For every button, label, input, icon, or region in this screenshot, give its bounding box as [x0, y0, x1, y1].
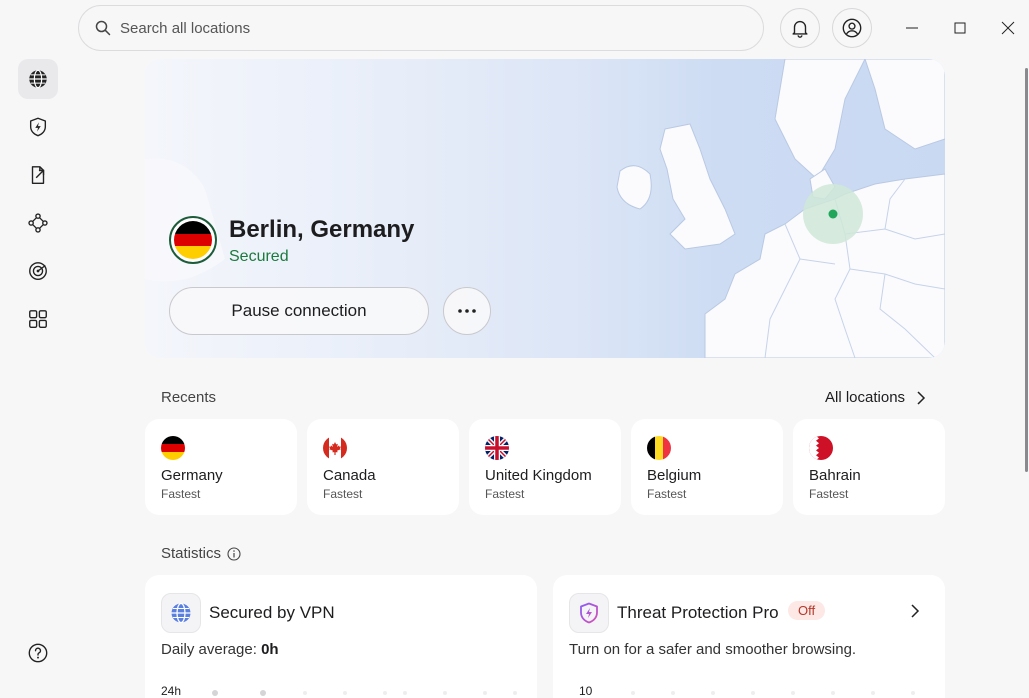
sidebar-item-apps[interactable]: [18, 299, 58, 339]
threat-protection-shield-icon: [569, 593, 609, 633]
daily-average: Daily average: 0h: [161, 641, 279, 658]
recent-location-card[interactable]: United Kingdom Fastest: [469, 419, 621, 515]
profile-button[interactable]: [832, 8, 872, 48]
more-dots-icon: [458, 309, 476, 313]
help-icon: [28, 643, 48, 663]
recent-location-name: United Kingdom: [485, 467, 592, 484]
all-locations-label: All locations: [825, 389, 906, 406]
sidebar-item-threat-protection[interactable]: [18, 107, 58, 147]
daily-average-value: 0h: [261, 641, 279, 658]
recent-location-name: Germany: [161, 467, 223, 484]
vpn-globe-icon: [161, 593, 201, 633]
shield-bolt-icon: [29, 117, 47, 137]
recent-location-sub: Fastest: [323, 487, 363, 501]
maximize-button[interactable]: [942, 10, 978, 46]
search-bar[interactable]: [78, 5, 764, 51]
chevron-right-icon[interactable]: [909, 603, 921, 619]
close-button[interactable]: [990, 10, 1026, 46]
scrollbar[interactable]: [1025, 68, 1028, 472]
pause-connection-button[interactable]: Pause connection: [169, 287, 429, 335]
recents-heading: Recents: [161, 389, 217, 406]
minimize-icon: [906, 27, 918, 29]
statistics-heading: Statistics: [161, 545, 241, 562]
all-locations-link[interactable]: All locations: [825, 389, 927, 406]
bahrain-flag-icon: [809, 436, 833, 460]
vpn-card-title: Secured by VPN: [209, 603, 335, 622]
sidebar-item-dark-web-monitor[interactable]: [18, 251, 58, 291]
germany-flag-icon: [161, 436, 185, 460]
recent-location-sub: Fastest: [485, 487, 525, 501]
sidebar-item-file-share[interactable]: [18, 155, 58, 195]
recent-location-card[interactable]: Belgium Fastest: [631, 419, 783, 515]
threat-protection-card[interactable]: Threat Protection Pro Off Turn on for a …: [553, 575, 945, 698]
belgium-flag-icon: [647, 436, 671, 460]
germany-flag-icon: [169, 216, 217, 264]
search-input[interactable]: [120, 19, 720, 37]
connected-location-title: Berlin, Germany: [229, 216, 415, 243]
sidebar-item-meshnet[interactable]: [18, 203, 58, 243]
profile-icon: [842, 18, 862, 38]
secured-by-vpn-card[interactable]: Secured by VPN Daily average: 0h 24h: [145, 575, 537, 698]
threat-card-description: Turn on for a safer and smoother browsin…: [569, 641, 857, 658]
close-icon: [1001, 21, 1015, 35]
recent-location-name: Canada: [323, 467, 376, 484]
chevron-right-icon: [917, 390, 926, 405]
apps-grid-icon: [29, 310, 47, 328]
minimize-button[interactable]: [894, 10, 930, 46]
more-options-button[interactable]: [443, 287, 491, 335]
threat-chart-axis-top: 10: [579, 684, 593, 698]
search-icon: [95, 20, 111, 36]
recent-location-sub: Fastest: [647, 487, 687, 501]
recent-location-card[interactable]: Canada Fastest: [307, 419, 459, 515]
notifications-button[interactable]: [780, 8, 820, 48]
info-icon[interactable]: [227, 546, 241, 561]
canada-flag-icon: [323, 436, 347, 460]
recent-location-name: Bahrain: [809, 467, 861, 484]
file-share-icon: [31, 166, 45, 184]
threat-chart-gridline: [631, 691, 915, 695]
sidebar-item-globe[interactable]: [18, 59, 58, 99]
connection-status: Secured: [229, 248, 289, 265]
recent-location-name: Belgium: [647, 467, 702, 484]
recent-location-card[interactable]: Bahrain Fastest: [793, 419, 945, 515]
radar-icon: [29, 262, 47, 280]
uk-flag-icon: [485, 436, 509, 460]
maximize-icon: [954, 22, 966, 34]
vpn-chart-gridline: [212, 690, 517, 696]
bell-icon: [792, 20, 808, 38]
connection-map-panel: Berlin, Germany Secured Pause connection: [145, 59, 945, 358]
vpn-chart-axis-top: 24h: [161, 684, 182, 698]
recent-location-sub: Fastest: [809, 487, 849, 501]
status-badge: Off: [788, 601, 826, 620]
help-button[interactable]: [18, 633, 58, 673]
threat-card-title: Threat Protection Pro: [617, 603, 779, 622]
statistics-label: Statistics: [161, 545, 222, 562]
globe-icon: [29, 69, 47, 89]
daily-average-label: Daily average:: [161, 641, 257, 658]
recent-location-sub: Fastest: [161, 487, 201, 501]
recent-location-card[interactable]: Germany Fastest: [145, 419, 297, 515]
meshnet-icon: [28, 213, 48, 233]
